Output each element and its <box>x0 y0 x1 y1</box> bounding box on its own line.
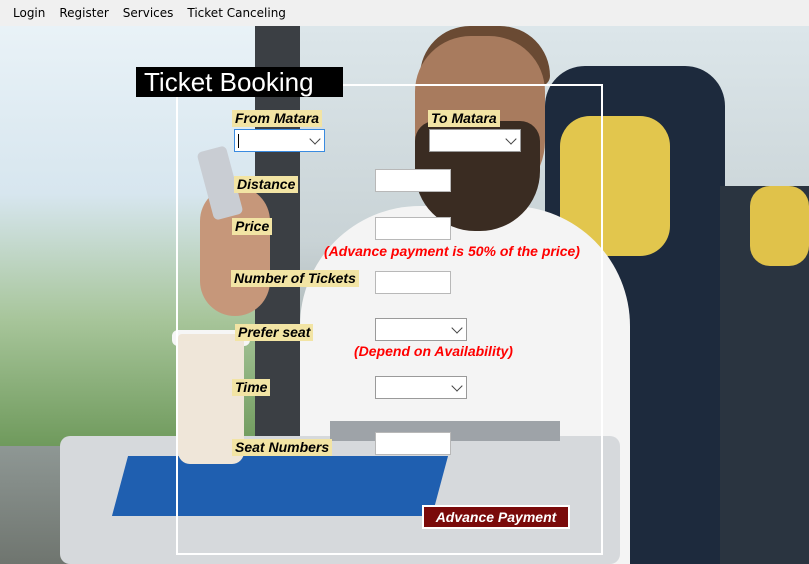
tickets-label: Number of Tickets <box>231 270 359 287</box>
distance-label: Distance <box>234 176 299 193</box>
time-select[interactable] <box>375 376 467 399</box>
tickets-input[interactable] <box>375 271 451 294</box>
advance-note: (Advance payment is 50% of the price) <box>324 243 580 259</box>
text-caret <box>238 134 239 148</box>
to-label: To Matara <box>428 110 500 127</box>
chevron-down-icon <box>451 379 463 392</box>
prefer-seat-label: Prefer seat <box>235 324 314 341</box>
chevron-down-icon <box>309 132 321 145</box>
advance-payment-button[interactable]: Advance Payment <box>422 505 570 529</box>
menu-ticket-canceling[interactable]: Ticket Canceling <box>180 0 293 26</box>
price-label: Price <box>232 218 273 235</box>
chevron-down-icon <box>451 321 463 334</box>
menu-services[interactable]: Services <box>116 0 181 26</box>
from-select[interactable] <box>234 129 325 152</box>
form-title: Ticket Booking <box>136 67 343 97</box>
distance-input[interactable] <box>375 169 451 192</box>
seat-numbers-input[interactable] <box>375 432 451 455</box>
seat-headrest-right <box>750 186 809 266</box>
price-input[interactable] <box>375 217 451 240</box>
menu-login[interactable]: Login <box>6 0 52 26</box>
from-label: From Matara <box>232 110 323 127</box>
chevron-down-icon <box>505 132 517 145</box>
menu-bar: Login Register Services Ticket Canceling <box>0 0 809 26</box>
seat-numbers-label: Seat Numbers <box>232 439 333 456</box>
availability-note: (Depend on Availability) <box>354 343 513 359</box>
time-label: Time <box>232 379 271 396</box>
menu-register[interactable]: Register <box>52 0 115 26</box>
to-select[interactable] <box>429 129 521 152</box>
prefer-seat-select[interactable] <box>375 318 467 341</box>
